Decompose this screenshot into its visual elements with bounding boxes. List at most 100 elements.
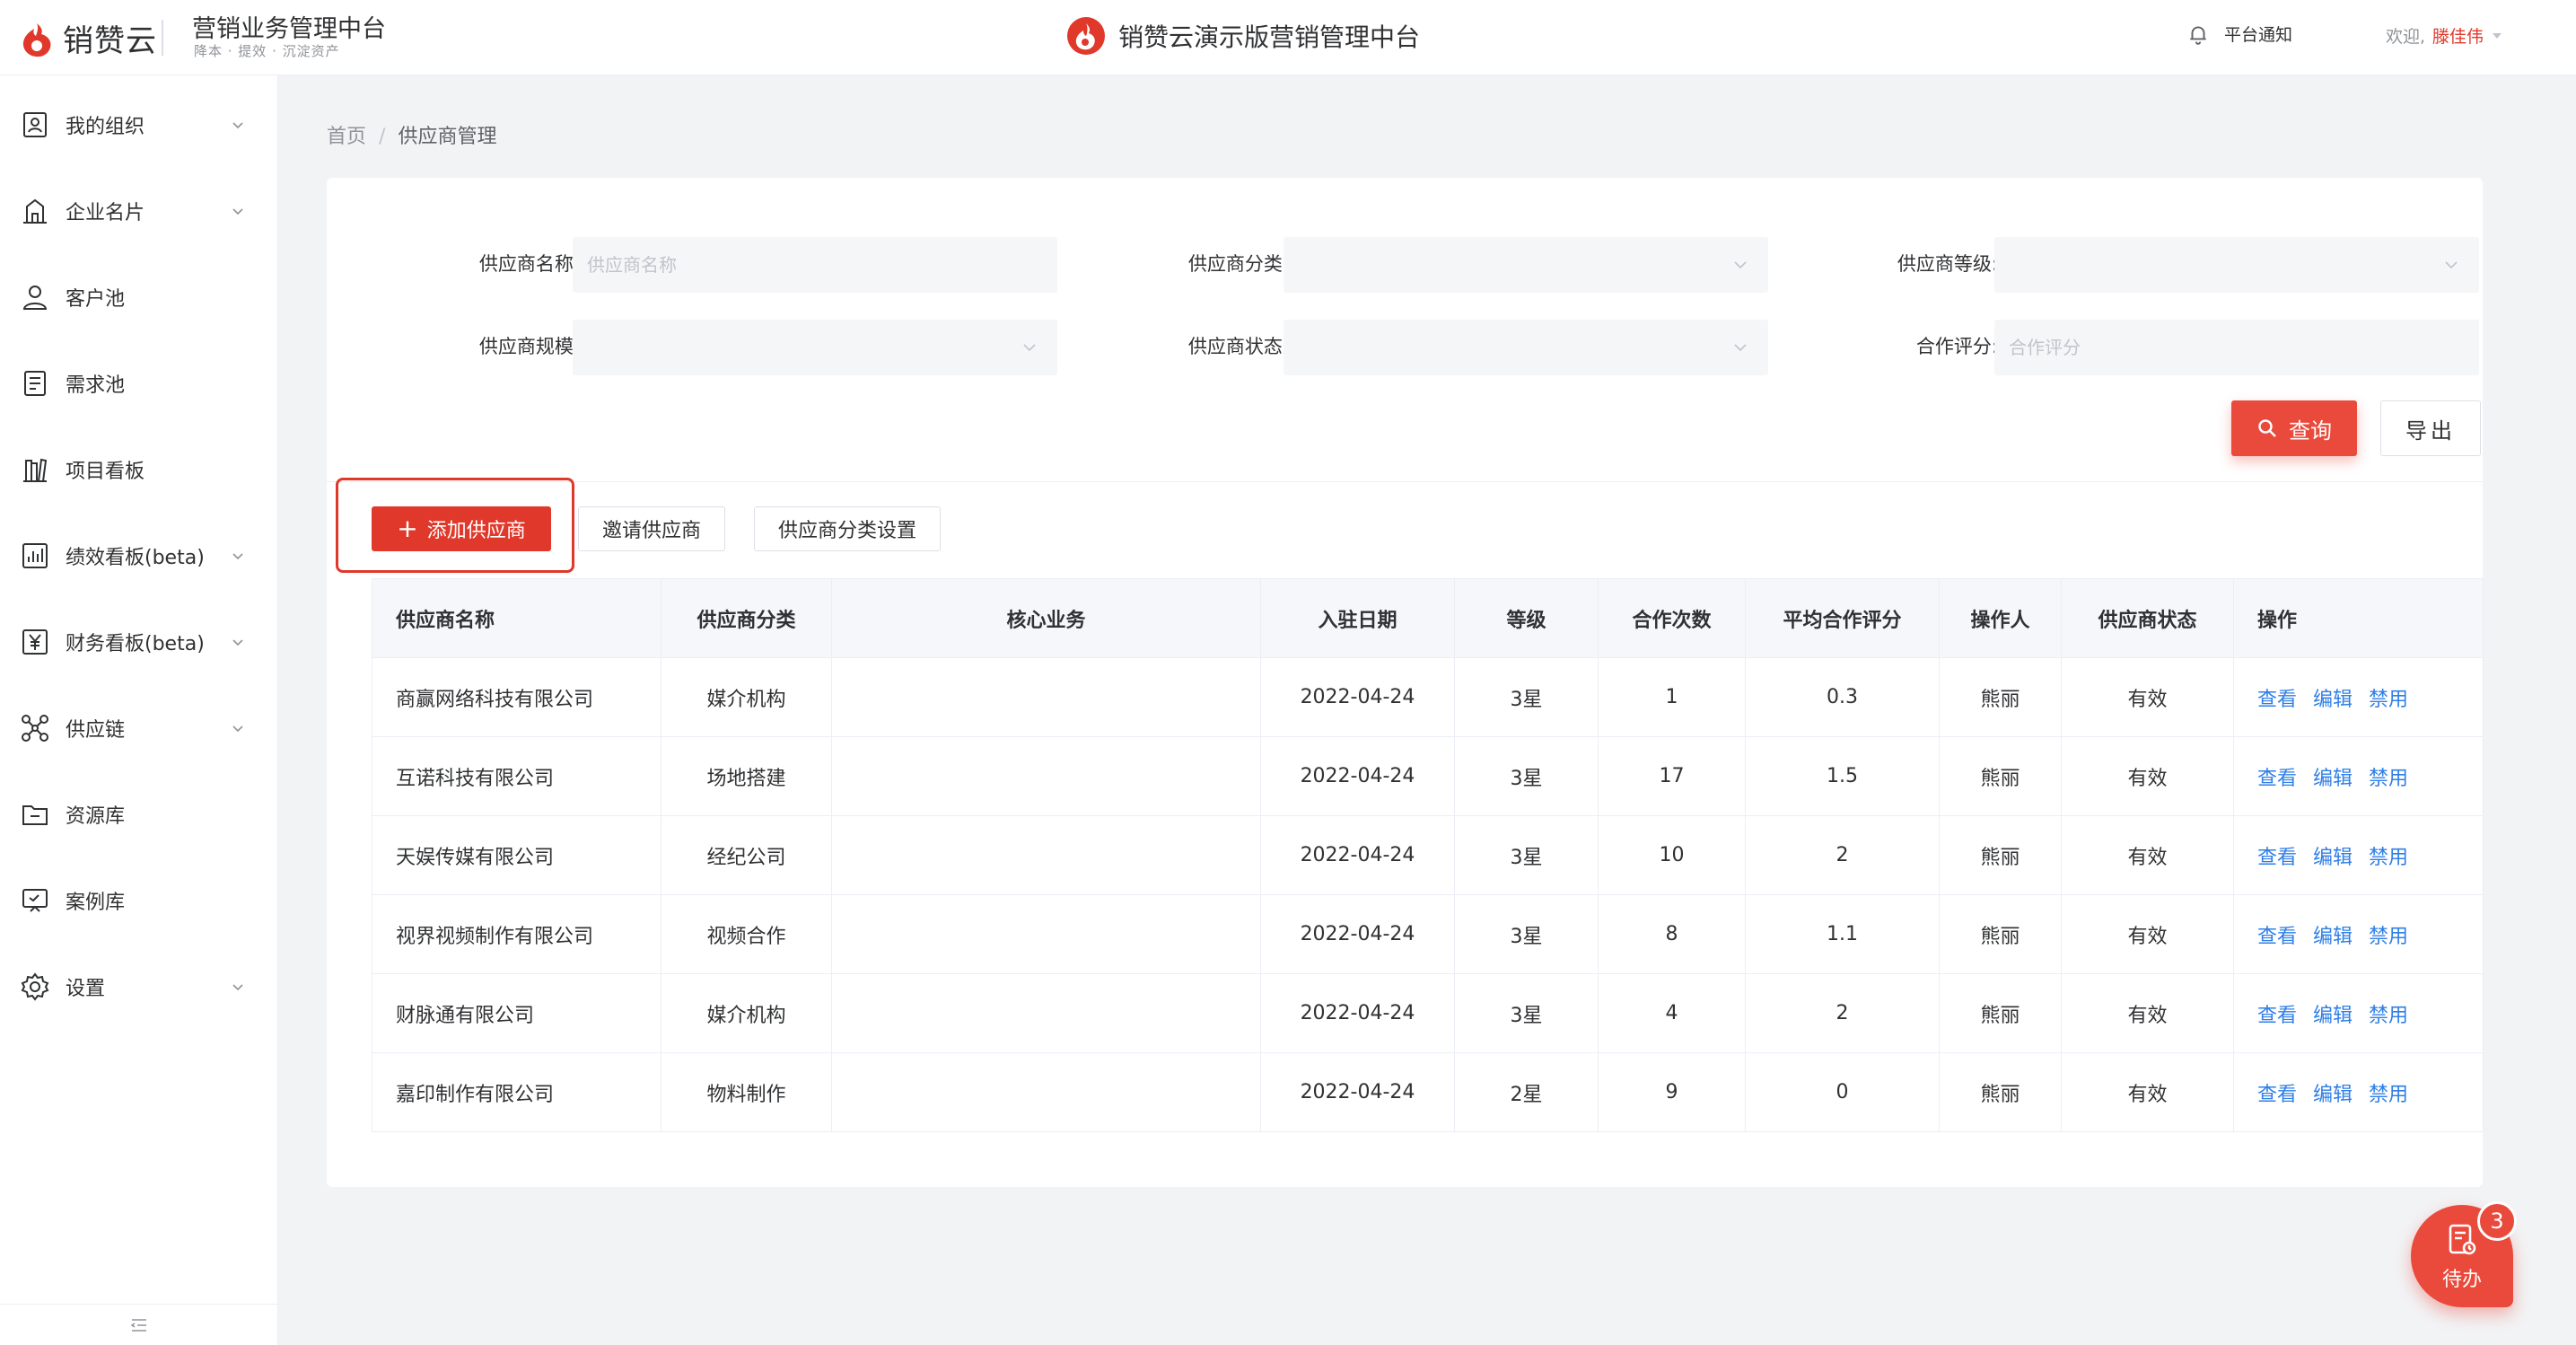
todo-count-badge: 3 [2477, 1201, 2517, 1241]
search-icon [2258, 419, 2276, 437]
edit-link[interactable]: 编辑 [2313, 768, 2353, 790]
add-supplier-label: 添加供应商 [426, 520, 526, 542]
todo-float-button[interactable]: 待办 3 [2411, 1201, 2517, 1307]
add-supplier-button[interactable]: + 添加供应商 [372, 506, 551, 551]
export-button[interactable]: 导出 [2380, 400, 2481, 456]
cell-actions: 查看 编辑 禁用 [2233, 736, 2484, 816]
disable-link[interactable]: 禁用 [2369, 768, 2408, 790]
cell-avg-rating: 1.5 [1745, 736, 1940, 816]
finance-icon [22, 629, 48, 655]
view-link[interactable]: 查看 [2257, 847, 2297, 869]
supplier-category-settings-button[interactable]: 供应商分类设置 [754, 506, 941, 551]
sidebar-item-finance-board[interactable]: 财务看板(beta) [0, 606, 278, 678]
cell-avg-rating: 2 [1745, 973, 1940, 1053]
supplier-table: 供应商名称 供应商分类 核心业务 入驻日期 等级 合作次数 平均合作评分 操作人… [372, 578, 2484, 1132]
table-row: 财脉通有限公司 媒介机构 2022-04-24 3星 4 2 熊丽 有效 查看 编辑 禁用 [372, 973, 2484, 1053]
filter-status-label: 供应商状态: [1187, 336, 1289, 357]
sidebar-item-label: 企业名片 [66, 202, 145, 224]
cell-cooperation-count: 1 [1598, 657, 1746, 737]
cell-status: 有效 [2061, 894, 2234, 974]
table-row: 互诺科技有限公司 场地搭建 2022-04-24 3星 17 1.5 熊丽 有效 查看 编辑 禁用 [372, 736, 2484, 816]
breadcrumb-separator: / [379, 126, 386, 148]
todo-label: 待办 [2441, 1269, 2482, 1291]
cell-level: 3星 [1454, 973, 1599, 1053]
cell-join-date: 2022-04-24 [1260, 1052, 1455, 1132]
disable-link[interactable]: 禁用 [2369, 847, 2408, 869]
chevron-down-icon [2445, 261, 2458, 269]
view-link[interactable]: 查看 [2257, 1084, 2297, 1106]
table-header-row: 供应商名称 供应商分类 核心业务 入驻日期 等级 合作次数 平均合作评分 操作人… [372, 578, 2484, 658]
sidebar-item-settings[interactable]: 设置 [0, 951, 278, 1023]
breadcrumb: 首页 / 供应商管理 [327, 120, 496, 149]
supplier-scale-select[interactable] [573, 320, 1057, 375]
sidebar-item-label: 需求池 [66, 374, 126, 397]
invite-supplier-label: 邀请供应商 [601, 520, 701, 542]
chevron-down-icon [1734, 261, 1747, 269]
edit-link[interactable]: 编辑 [2313, 1084, 2353, 1106]
platform-notice[interactable]: 平台通知 [2186, 22, 2292, 46]
sidebar-item-business-card[interactable]: 企业名片 [0, 175, 278, 247]
view-link[interactable]: 查看 [2257, 926, 2297, 948]
cell-supplier-name: 互诺科技有限公司 [372, 736, 662, 816]
cell-actions: 查看 编辑 禁用 [2233, 894, 2484, 974]
cell-avg-rating: 2 [1745, 815, 1940, 895]
edit-link[interactable]: 编辑 [2313, 926, 2353, 948]
edit-link[interactable]: 编辑 [2313, 1005, 2353, 1027]
plus-icon: + [397, 514, 418, 543]
brand-logo[interactable]: 销赞云 [16, 16, 157, 60]
cell-core-business [831, 657, 1261, 737]
query-button[interactable]: 查询 [2231, 400, 2357, 456]
user-name: 滕佳伟 [2432, 27, 2484, 47]
disable-link[interactable]: 禁用 [2369, 1005, 2408, 1027]
sidebar-item-my-org[interactable]: 我的组织 [0, 89, 278, 161]
project-board-icon [23, 458, 48, 482]
supplier-level-select[interactable] [1994, 237, 2479, 293]
view-link[interactable]: 查看 [2257, 1005, 2297, 1027]
edit-link[interactable]: 编辑 [2313, 847, 2353, 869]
org-icon [23, 112, 47, 137]
cell-operator: 熊丽 [1939, 1052, 2062, 1132]
cell-core-business [831, 894, 1261, 974]
caret-down-icon [2493, 32, 2502, 39]
platform-title-text: 销赞云演示版营销管理中台 [1118, 22, 1421, 52]
supplier-status-select[interactable] [1284, 320, 1768, 375]
disable-link[interactable]: 禁用 [2369, 1084, 2408, 1106]
sidebar-item-label: 客户池 [66, 288, 126, 311]
disable-link[interactable]: 禁用 [2369, 689, 2408, 711]
chevron-down-icon [232, 639, 243, 646]
cell-status: 有效 [2061, 736, 2234, 816]
view-link[interactable]: 查看 [2257, 768, 2297, 790]
sidebar-item-demand-pool[interactable]: 需求池 [0, 347, 278, 419]
col-header-core-business: 核心业务 [831, 578, 1261, 658]
col-header-status: 供应商状态 [2061, 578, 2234, 658]
sidebar-item-project-board[interactable]: 项目看板 [0, 434, 278, 505]
invite-supplier-button[interactable]: 邀请供应商 [578, 506, 725, 551]
cell-supplier-name: 天娱传媒有限公司 [372, 815, 662, 895]
disable-link[interactable]: 禁用 [2369, 926, 2408, 948]
cell-operator: 熊丽 [1939, 657, 2062, 737]
cell-avg-rating: 1.1 [1745, 894, 1940, 974]
sidebar-item-case-library[interactable]: 案例库 [0, 865, 278, 936]
sidebar-item-performance-board[interactable]: 绩效看板(beta) [0, 520, 278, 592]
sidebar-item-customer-pool[interactable]: 客户池 [0, 261, 278, 333]
sidebar-item-label: 财务看板(beta) [66, 633, 205, 655]
cooperation-rating-input[interactable] [1994, 320, 2479, 375]
col-header-name: 供应商名称 [372, 578, 662, 658]
brand-logo-icon [22, 22, 51, 57]
supplier-name-input[interactable] [573, 237, 1057, 293]
edit-link[interactable]: 编辑 [2313, 689, 2353, 711]
filter-category-label: 供应商分类: [1187, 253, 1289, 275]
breadcrumb-home[interactable]: 首页 [327, 126, 366, 148]
view-link[interactable]: 查看 [2257, 689, 2297, 711]
sidebar-item-label: 设置 [66, 978, 106, 1000]
col-header-count: 合作次数 [1598, 578, 1746, 658]
sidebar-item-resource-library[interactable]: 资源库 [0, 778, 278, 850]
supplier-category-select[interactable] [1284, 237, 1768, 293]
filter-rating-label: 合作评分: [1915, 336, 1998, 357]
sidebar-item-supply-chain[interactable]: 供应链 [0, 692, 278, 764]
customer-icon [22, 286, 48, 310]
sidebar-collapse-toggle[interactable] [0, 1304, 278, 1345]
cell-level: 3星 [1454, 815, 1599, 895]
user-menu[interactable]: 欢迎, 滕佳伟 [2386, 23, 2503, 48]
cell-supplier-name: 嘉印制作有限公司 [372, 1052, 662, 1132]
